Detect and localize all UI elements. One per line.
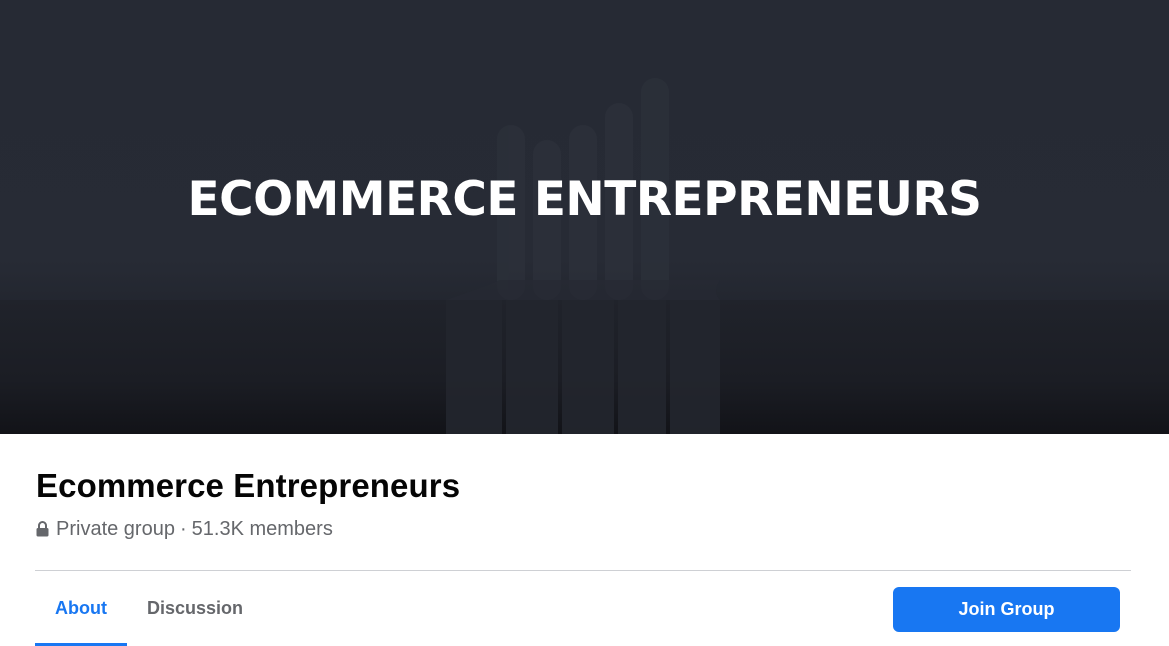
group-name[interactable]: Ecommerce Entrepreneurs [36, 466, 460, 506]
group-meta: Private group · 51.3K members [36, 516, 333, 542]
privacy-label[interactable]: Private group [56, 518, 175, 541]
group-tabs: About Discussion [35, 571, 263, 646]
member-count[interactable]: 51.3K members [192, 518, 333, 541]
cover-photo: ECOMMERCE ENTREPRENEURS [0, 0, 1169, 434]
tab-about[interactable]: About [35, 571, 127, 646]
group-header: Ecommerce Entrepreneurs Private group · … [0, 434, 1169, 646]
cover-title: ECOMMERCE ENTREPRENEURS [187, 172, 982, 227]
meta-separator: · [179, 517, 187, 540]
tab-discussion[interactable]: Discussion [127, 571, 263, 646]
lock-icon [36, 521, 49, 537]
join-group-button[interactable]: Join Group [893, 587, 1120, 632]
